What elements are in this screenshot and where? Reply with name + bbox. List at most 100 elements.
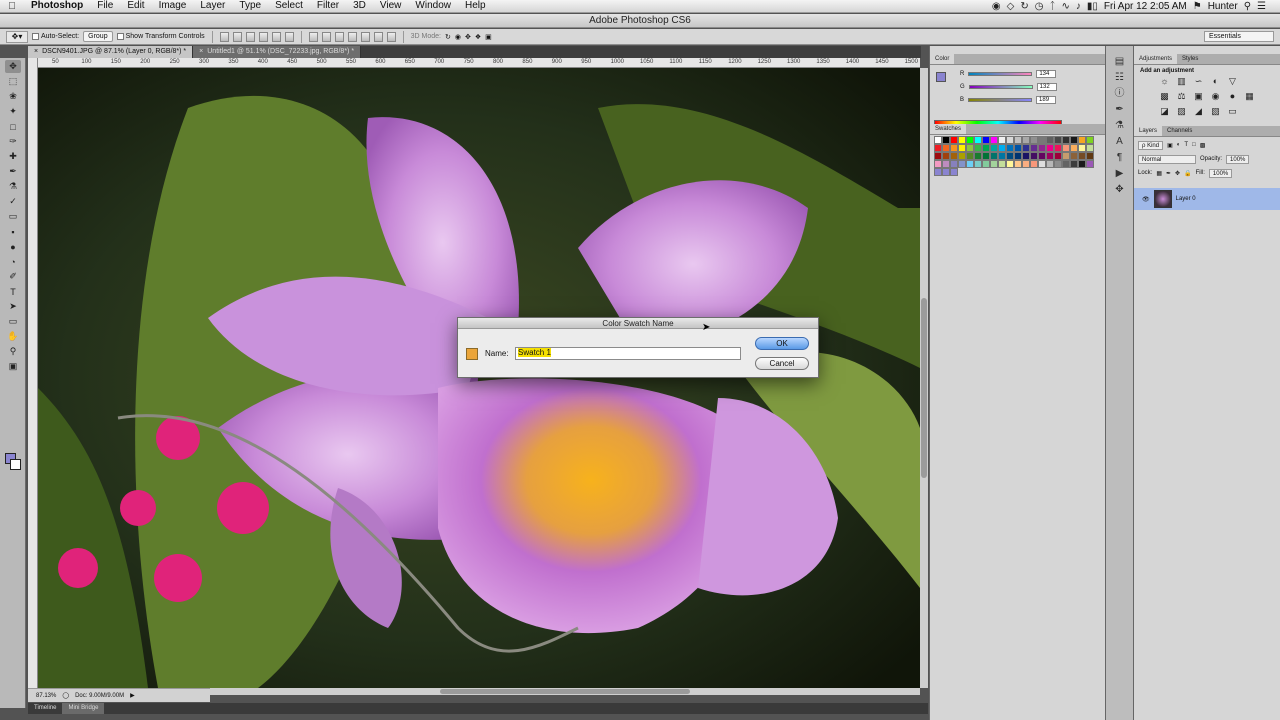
- vertical-scroll-thumb[interactable]: [921, 298, 927, 478]
- document-tab[interactable]: × Untitled1 @ 51.1% (DSC_72233.jpg, RGB/…: [193, 46, 362, 58]
- auto-align-layers-button[interactable]: [386, 31, 396, 42]
- distribute-bottom-button[interactable]: [334, 31, 344, 42]
- menu-filter[interactable]: Filter: [310, 0, 346, 12]
- color-balance-icon[interactable]: ⚖: [1173, 91, 1190, 106]
- menu-layer[interactable]: Layer: [193, 0, 232, 12]
- black-white-icon[interactable]: ▣: [1190, 91, 1207, 106]
- vertical-scrollbar[interactable]: [920, 68, 928, 688]
- spotlight-search-icon[interactable]: ⚲: [1244, 1, 1251, 12]
- invert-icon[interactable]: ◪: [1156, 106, 1173, 121]
- exposure-icon[interactable]: ◐: [1207, 76, 1224, 91]
- color-swatch[interactable]: [1006, 152, 1014, 160]
- layer-row[interactable]: 👁 Layer 0: [1134, 188, 1280, 210]
- color-swatch[interactable]: [1078, 160, 1086, 168]
- tab-channels[interactable]: Channels: [1162, 126, 1197, 136]
- volume-icon[interactable]: ♪: [1076, 1, 1081, 12]
- workspace-switcher[interactable]: Essentials: [1204, 31, 1274, 42]
- color-swatch[interactable]: [966, 144, 974, 152]
- color-swatch[interactable]: [1046, 160, 1054, 168]
- filter-type-icon[interactable]: T: [1184, 142, 1188, 148]
- color-swatch[interactable]: [974, 160, 982, 168]
- auto-select-checkbox[interactable]: Auto-Select:: [32, 33, 79, 40]
- color-swatch[interactable]: [942, 136, 950, 144]
- auto-select-checkbox-box[interactable]: [32, 33, 39, 40]
- tool-presets-panel-icon[interactable]: ✥: [1106, 182, 1133, 198]
- color-swatch[interactable]: [958, 152, 966, 160]
- auto-select-target-dropdown[interactable]: Group: [83, 31, 113, 42]
- posterize-icon[interactable]: ▨: [1173, 106, 1190, 121]
- menu-view[interactable]: View: [373, 0, 409, 12]
- background-color-swatch[interactable]: [10, 459, 21, 470]
- move-tool-icon[interactable]: ✥: [5, 60, 21, 73]
- color-swatch[interactable]: [990, 144, 998, 152]
- color-swatch[interactable]: [990, 152, 998, 160]
- align-left-edges-button[interactable]: [258, 31, 268, 42]
- color-swatch[interactable]: [998, 152, 1006, 160]
- hand-tool-icon[interactable]: ✋: [5, 330, 21, 343]
- align-bottom-edges-button[interactable]: [245, 31, 255, 42]
- photo-filter-icon[interactable]: ◉: [1207, 91, 1224, 106]
- curves-icon[interactable]: ∽: [1190, 76, 1207, 91]
- color-swatch[interactable]: [950, 160, 958, 168]
- fill-field[interactable]: 100%: [1208, 168, 1233, 178]
- status-info-icon[interactable]: ◯: [62, 692, 69, 699]
- color-swatch[interactable]: [1062, 160, 1070, 168]
- healing-brush-tool-icon[interactable]: ✚: [5, 150, 21, 163]
- color-swatch[interactable]: [1054, 152, 1062, 160]
- properties-panel-icon[interactable]: ☷: [1106, 70, 1133, 86]
- color-swatch[interactable]: [966, 152, 974, 160]
- color-swatch[interactable]: [966, 160, 974, 168]
- color-swatch[interactable]: [1006, 136, 1014, 144]
- color-swatch[interactable]: [1078, 152, 1086, 160]
- color-swatch[interactable]: [942, 168, 950, 176]
- tab-mini-bridge[interactable]: Mini Bridge: [62, 703, 105, 714]
- color-swatch[interactable]: [1038, 160, 1046, 168]
- color-swatch[interactable]: [990, 136, 998, 144]
- align-right-edges-button[interactable]: [284, 31, 294, 42]
- zoom-tool-icon[interactable]: ⚲: [5, 345, 21, 358]
- sync-icon[interactable]: ↻: [1020, 1, 1028, 12]
- color-swatch[interactable]: [1070, 160, 1078, 168]
- color-swatch[interactable]: [1086, 152, 1094, 160]
- vibrance-icon[interactable]: ▽: [1224, 76, 1241, 91]
- green-value-field[interactable]: 132: [1036, 83, 1057, 91]
- align-top-edges-button[interactable]: [219, 31, 229, 42]
- 3d-rotate-icon[interactable]: ↻: [445, 33, 451, 41]
- bluetooth-icon[interactable]: ᛏ: [1049, 1, 1055, 12]
- quick-selection-tool-icon[interactable]: ✦: [5, 105, 21, 118]
- color-swatch[interactable]: [1030, 136, 1038, 144]
- horizontal-scrollbar[interactable]: [210, 688, 920, 695]
- color-swatch[interactable]: [1038, 136, 1046, 144]
- apple-menu-icon[interactable]: : [0, 1, 24, 12]
- color-swatch[interactable]: [1054, 160, 1062, 168]
- color-swatch[interactable]: [1070, 152, 1078, 160]
- menu-window[interactable]: Window: [408, 0, 458, 12]
- filter-shape-icon[interactable]: □: [1192, 142, 1196, 148]
- document-tab-active[interactable]: × DSCN9401.JPG @ 87.1% (Layer 0, RGB/8*)…: [28, 46, 194, 58]
- move-tool-preset-picker[interactable]: ✥▾: [6, 30, 28, 43]
- distribute-hcenter-button[interactable]: [360, 31, 370, 42]
- color-swatch[interactable]: [1062, 144, 1070, 152]
- color-swatch[interactable]: [950, 136, 958, 144]
- default-colors-icon[interactable]: ▣: [5, 360, 21, 373]
- channel-mixer-icon[interactable]: ●: [1224, 91, 1241, 106]
- color-swatch[interactable]: [1022, 136, 1030, 144]
- color-panel-foreground-chip[interactable]: [936, 72, 946, 82]
- cancel-button[interactable]: Cancel: [755, 357, 809, 370]
- eraser-tool-icon[interactable]: ▭: [5, 210, 21, 223]
- color-swatch[interactable]: [950, 152, 958, 160]
- ok-button[interactable]: OK: [755, 337, 809, 350]
- show-transform-controls-box[interactable]: [116, 33, 124, 40]
- wifi-icon[interactable]: ∿: [1061, 1, 1069, 12]
- camera-icon[interactable]: ◉: [992, 1, 1001, 12]
- menu-edit[interactable]: Edit: [120, 0, 151, 12]
- tab-layers[interactable]: Layers: [1134, 126, 1163, 136]
- distribute-left-button[interactable]: [347, 31, 357, 42]
- menu-help[interactable]: Help: [458, 0, 493, 12]
- lock-transparent-icon[interactable]: ▦: [1156, 170, 1162, 177]
- brightness-contrast-icon[interactable]: ☼: [1156, 76, 1173, 91]
- time-machine-icon[interactable]: ◷: [1035, 1, 1044, 12]
- color-swatch[interactable]: [1014, 136, 1022, 144]
- color-swatch[interactable]: [974, 144, 982, 152]
- color-swatch[interactable]: [942, 144, 950, 152]
